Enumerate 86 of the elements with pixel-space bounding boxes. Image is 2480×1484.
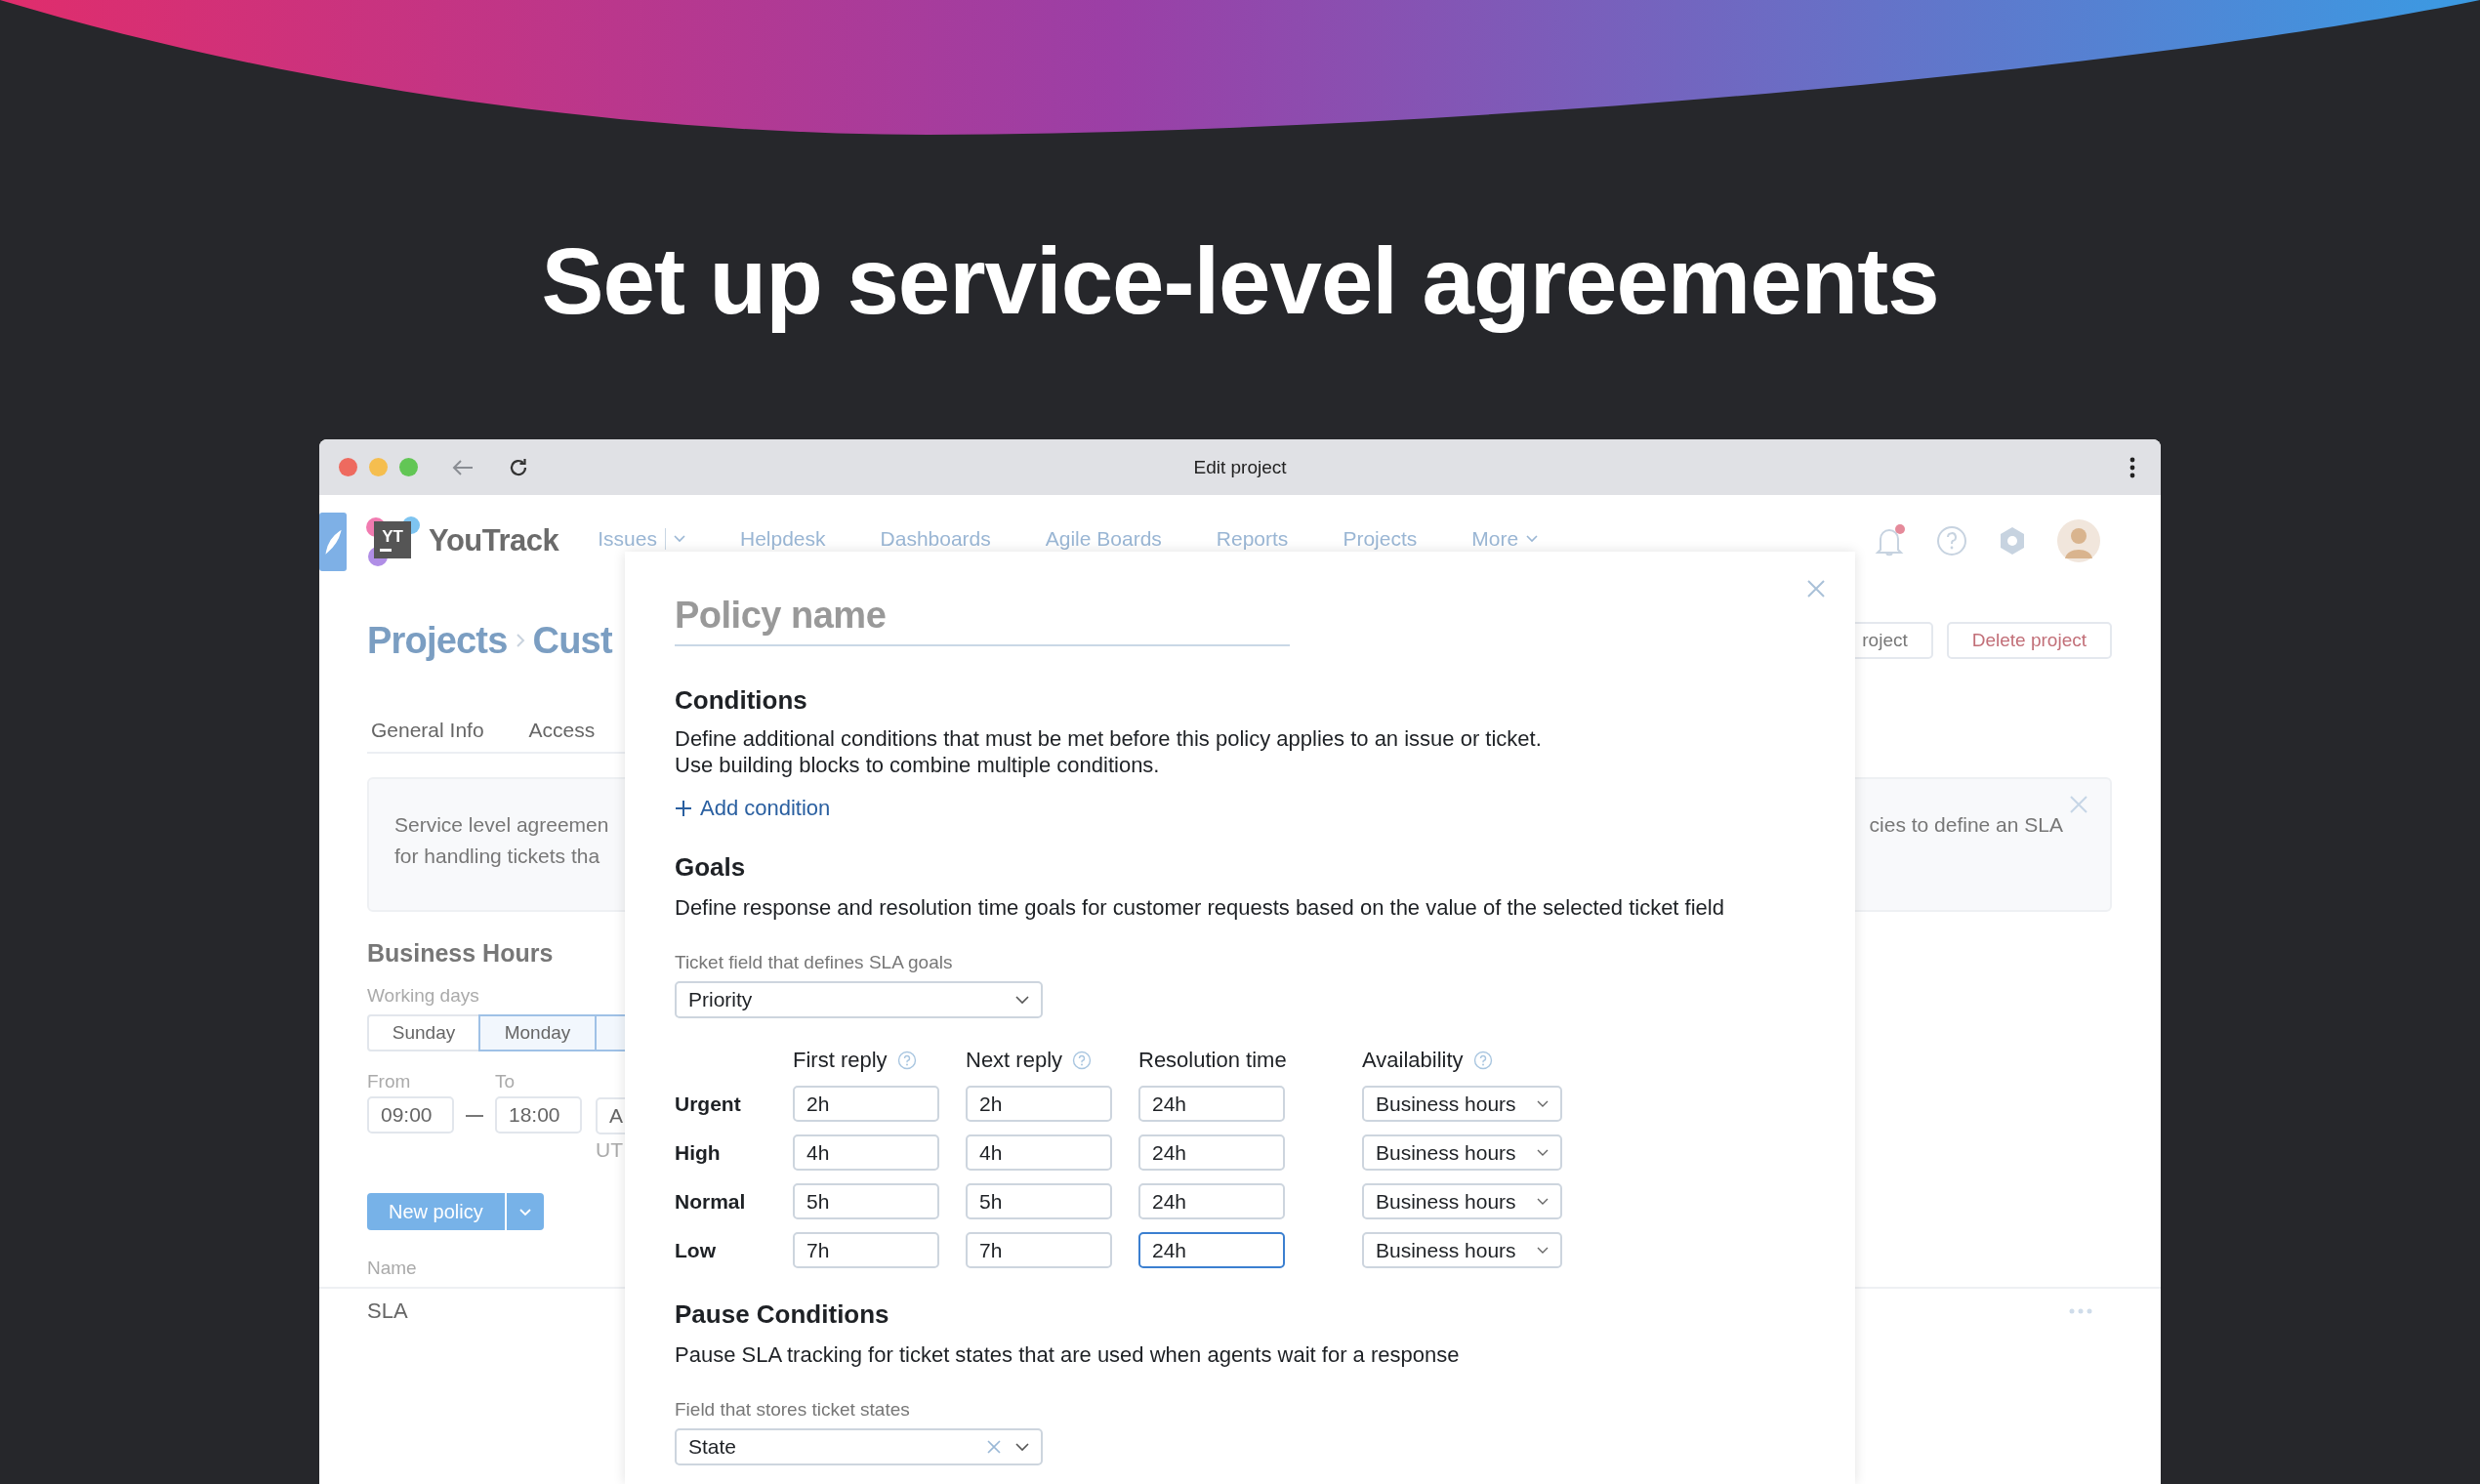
description-text: Define additional conditions that must be met before this policy applies to an issue or ticket. [675,725,1542,752]
time-field[interactable]: 5h [793,1183,939,1219]
brand-name: YouTrack [429,522,559,558]
chevron-down-icon [1537,1148,1549,1157]
day-toggle[interactable]: Monday [478,1014,597,1051]
field-label: To [495,1071,516,1092]
timezone-note: UT [596,1138,624,1162]
row-label: Urgent [675,1092,742,1116]
column-header: Availability [1362,1048,1464,1073]
window-title: Edit project [1193,456,1287,478]
time-field[interactable]: 2h [793,1086,939,1122]
delete-button[interactable]: Delete project [1946,622,2112,659]
minimize-window-icon[interactable] [369,458,388,476]
table-cell: SLA [367,1298,408,1324]
close-icon[interactable] [2069,795,2088,814]
bell-icon[interactable] [1874,522,1907,558]
section-heading: Conditions [675,685,807,716]
section-heading: Business Hours [367,939,554,968]
description-text: Pause SLA tracking for ticket states that are used when agents wait for a response [675,1341,1460,1368]
notice-text: for handling tickets tha [394,844,601,869]
time-field[interactable]: 7h [793,1232,939,1268]
section-heading: Pause Conditions [675,1299,889,1330]
field-label: Working days [367,985,479,1007]
row-label: Low [675,1238,717,1262]
notice-text: cies to define an SLA [1869,812,2063,838]
field-label: Ticket field that defines SLA goals [675,952,953,973]
column-header: Name [367,1257,417,1279]
select-field[interactable]: State [675,1428,1043,1465]
availability-select[interactable]: Business hours [1362,1086,1562,1122]
column-header: Next reply [966,1048,1063,1073]
chevron-down-icon [1015,995,1029,1005]
clear-icon[interactable] [986,1439,1002,1455]
chevron-down-icon [1015,1442,1029,1452]
chevron-down-icon [1537,1197,1549,1206]
breadcrumb-current: Cust [532,619,612,662]
chevron-down-icon [1537,1099,1549,1108]
row-label: Normal [675,1189,747,1214]
help-icon[interactable] [1072,1051,1093,1070]
time-field[interactable]: 4h [966,1134,1112,1171]
day-toggle[interactable]: Sunday [367,1014,480,1051]
tab[interactable]: Access [528,719,596,742]
field-label: Field that stores ticket states [675,1399,910,1421]
time-field[interactable]: 09:00 [367,1096,454,1134]
help-icon[interactable] [1472,1051,1493,1070]
time-field[interactable]: 7h [966,1232,1112,1268]
row-label: High [675,1140,722,1165]
dropdown-button[interactable] [504,1193,544,1230]
back-icon[interactable] [451,457,475,477]
close-window-icon[interactable] [339,458,357,476]
availability-select[interactable]: Business hours [1362,1183,1562,1219]
chevron-down-icon [1526,534,1539,543]
time-field[interactable]: 18:00 [495,1096,582,1134]
description-text: Define response and resolution time goals for customer requests based on the value of the selected ticket field [675,894,1724,921]
help-icon[interactable] [1936,524,1967,556]
more-menu-icon[interactable] [2129,456,2135,478]
add-condition-link[interactable]: Add condition [675,796,831,821]
column-header: First reply [793,1048,888,1073]
time-field[interactable]: 5h [966,1183,1112,1219]
headline: Set up service-level agreements [541,227,1939,335]
time-field[interactable]: 24h [1138,1134,1285,1171]
availability-select[interactable]: Business hours [1362,1232,1562,1268]
time-field[interactable]: 24h [1138,1183,1285,1219]
chevron-down-icon [518,1208,531,1216]
time-field[interactable]: 4h [793,1134,939,1171]
close-icon[interactable] [1806,579,1826,598]
availability-select[interactable]: Business hours [1362,1134,1562,1171]
time-field[interactable]: 24h [1138,1086,1285,1122]
help-icon[interactable] [896,1051,917,1070]
chevron-down-icon [673,534,685,543]
description-text: Use building blocks to combine multiple conditions. [675,752,1161,778]
avatar-icon[interactable] [2057,518,2100,562]
section-heading: Goals [675,852,746,883]
column-header: Resolution time [1138,1048,1287,1073]
zoom-window-icon[interactable] [399,458,418,476]
reload-icon[interactable] [508,456,529,478]
time-field[interactable]: 2h [966,1086,1112,1122]
feather-icon[interactable] [319,513,347,571]
chevron-down-icon [1537,1246,1549,1255]
notice-text: Service level agreemen [394,812,609,838]
field-label: From [367,1071,411,1092]
time-field[interactable]: 24h [1138,1232,1285,1268]
plus-icon [675,800,692,817]
select-field[interactable]: Priority [675,981,1043,1018]
more-icon[interactable] [2069,1308,2092,1314]
tab[interactable]: General Info [371,719,484,742]
chevron-right-icon [515,633,525,648]
